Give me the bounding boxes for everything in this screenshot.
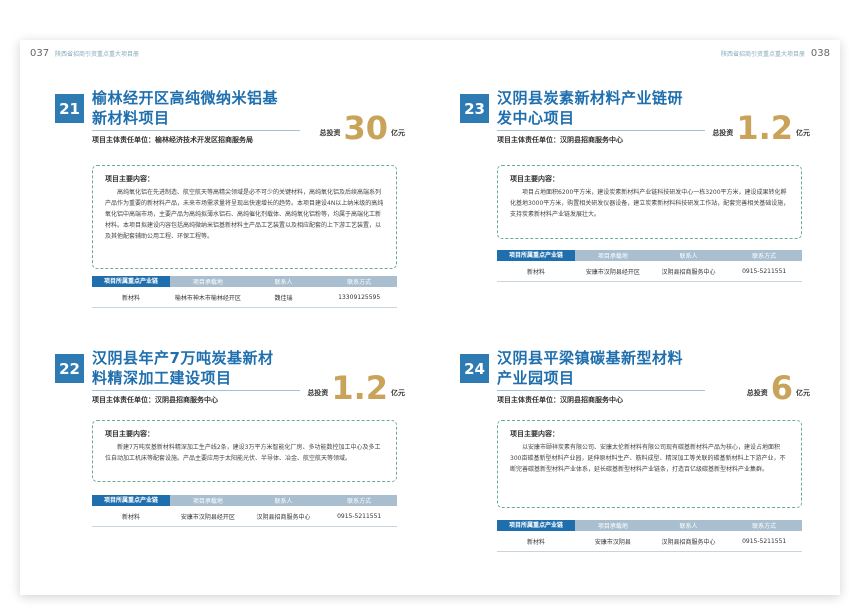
responsible-unit: 项目主体责任单位：榆林经济技术开发区招商服务局 xyxy=(92,136,253,144)
page-header-subtitle: 陕西省招商引资重点重大项目册 xyxy=(721,51,806,58)
content-title: 项目主要内容： xyxy=(105,175,154,183)
cell-phone: 0915-5211551 xyxy=(742,267,787,275)
col-site: 项目承载地 xyxy=(192,279,223,286)
invest-label: 总投资 xyxy=(746,389,768,397)
cell-chain: 新材料 xyxy=(121,513,140,521)
project-info-table: 项目所属重点产业链 项目承载地 联系人 联系方式 新材料 安康市汉阴县 汉阴县招… xyxy=(497,520,802,552)
title-divider xyxy=(497,390,705,391)
content-body: 新建7万吨炭基新材料精深加工生产线2条，建设3万平方米智能化厂房、多功能数控加工… xyxy=(105,444,381,462)
responsible-unit: 项目主体责任单位：汉阴县招商服务中心 xyxy=(92,396,218,404)
project-info-table: 项目所属重点产业链 项目承载地 联系人 联系方式 新材料 榆林市神木市榆林经开区… xyxy=(92,276,397,308)
cell-chain: 新材料 xyxy=(121,294,140,302)
table-header: 项目所属重点产业链 项目承载地 联系人 联系方式 xyxy=(497,520,802,531)
col-contact: 联系人 xyxy=(274,498,293,505)
col-phone: 联系方式 xyxy=(752,523,777,530)
content-box: 项目主要内容： 项目占地面积6200平方米，建设炭素新材料产业链科技研发中心一栋… xyxy=(497,165,802,239)
content-title: 项目主要内容： xyxy=(510,175,559,183)
project-number-badge: 24 xyxy=(460,354,489,383)
cell-phone: 0915-5211551 xyxy=(337,512,382,520)
table-header: 项目所属重点产业链 项目承载地 联系人 联系方式 xyxy=(92,276,397,287)
investment-total: 总投资 6 亿元 xyxy=(747,370,810,404)
cell-contact: 汉阴县招商服务中心 xyxy=(256,513,311,521)
col-phone: 联系方式 xyxy=(752,253,777,260)
col-chain: 项目所属重点产业链 xyxy=(92,495,170,506)
project-number-badge: 23 xyxy=(460,94,489,123)
content-body: 高纯氧化铝在先进制造、航空航天等高精尖领域是必不可少的关键材料，高纯氧化铝及后续… xyxy=(105,189,384,240)
content-box: 项目主要内容： 高纯氧化铝在先进制造、航空航天等高精尖领域是必不可少的关键材料，… xyxy=(92,165,397,269)
title-divider xyxy=(497,130,705,131)
invest-amount: 30 xyxy=(343,109,388,147)
col-chain: 项目所属重点产业链 xyxy=(497,250,575,261)
cell-chain: 新材料 xyxy=(526,538,545,546)
table-header: 项目所属重点产业链 项目承载地 联系人 联系方式 xyxy=(497,250,802,261)
col-phone: 联系方式 xyxy=(347,498,372,505)
content-body: 项目占地面积6200平方米，建设炭素新材料产业链科技研发中心一栋3200平方米，… xyxy=(510,189,790,218)
col-site: 项目承载地 xyxy=(192,498,223,505)
col-contact: 联系人 xyxy=(679,253,698,260)
invest-label: 总投资 xyxy=(712,129,734,137)
invest-unit: 亿元 xyxy=(391,129,405,137)
invest-label: 总投资 xyxy=(307,389,329,397)
col-site: 项目承载地 xyxy=(597,523,628,530)
invest-label: 总投资 xyxy=(319,129,341,137)
content-body: 以安康市颐祥炭素有限公司、安康太伦新材料有限公司现有碳基新材料产品为核心，建设占… xyxy=(510,444,786,473)
cell-site: 榆林市神木市榆林经开区 xyxy=(174,294,241,302)
table-row: 新材料 安康市汉阴县经开区 汉阴县招商服务中心 0915-5211551 xyxy=(92,506,397,527)
cell-contact: 魏佳瑞 xyxy=(274,294,293,302)
col-site: 项目承载地 xyxy=(597,253,628,260)
cell-contact: 汉阴县招商服务中心 xyxy=(661,538,716,546)
col-contact: 联系人 xyxy=(274,279,293,286)
table-row: 新材料 安康市汉阴县经开区 汉阴县招商服务中心 0915-5211551 xyxy=(497,261,802,282)
page-number: 037 xyxy=(30,48,50,59)
invest-unit: 亿元 xyxy=(391,389,405,397)
project-title: 汉阴县年产7万吨炭基新材料精深加工建设项目 xyxy=(92,349,274,387)
responsible-unit: 项目主体责任单位：汉阴县招商服务中心 xyxy=(497,136,623,144)
content-title: 项目主要内容： xyxy=(105,430,154,438)
invest-amount: 1.2 xyxy=(331,369,388,407)
investment-total: 总投资 1.2 亿元 xyxy=(712,110,810,144)
cell-site: 安康市汉阴县经开区 xyxy=(585,268,640,276)
invest-unit: 亿元 xyxy=(796,389,810,397)
content-box: 项目主要内容： 以安康市颐祥炭素有限公司、安康太伦新材料有限公司现有碳基新材料产… xyxy=(497,420,802,508)
project-number-badge: 21 xyxy=(55,94,84,123)
project-info-table: 项目所属重点产业链 项目承载地 联系人 联系方式 新材料 安康市汉阴县经开区 汉… xyxy=(497,250,802,282)
cell-contact: 汉阴县招商服务中心 xyxy=(661,268,716,276)
project-title: 汉阴县平梁镇碳基新型材料产业园项目 xyxy=(497,349,684,387)
investment-total: 总投资 30 亿元 xyxy=(319,110,405,144)
cell-chain: 新材料 xyxy=(526,268,545,276)
cell-site: 安康市汉阴县经开区 xyxy=(180,513,235,521)
project-title: 汉阴县炭素新材料产业链研发中心项目 xyxy=(497,89,684,127)
investment-total: 总投资 1.2 亿元 xyxy=(307,370,405,404)
cell-site: 安康市汉阴县 xyxy=(594,538,631,546)
page-header-subtitle: 陕西省招商引资重点重大项目册 xyxy=(54,51,139,58)
content-title: 项目主要内容： xyxy=(510,430,559,438)
project-number-badge: 22 xyxy=(55,354,84,383)
col-contact: 联系人 xyxy=(679,523,698,530)
table-header: 项目所属重点产业链 项目承载地 联系人 联系方式 xyxy=(92,495,397,506)
invest-unit: 亿元 xyxy=(796,129,810,137)
page-header-left: 037 陕西省招商引资重点重大项目册 xyxy=(30,48,139,59)
content-box: 项目主要内容： 新建7万吨炭基新材料精深加工生产线2条，建设3万平方米智能化厂房… xyxy=(92,420,397,482)
title-divider xyxy=(92,130,300,131)
project-title: 榆林经开区高纯微纳米铝基新材料项目 xyxy=(92,89,279,127)
col-phone: 联系方式 xyxy=(347,279,372,286)
page-number: 038 xyxy=(810,48,830,59)
invest-amount: 1.2 xyxy=(736,109,793,147)
table-row: 新材料 榆林市神木市榆林经开区 魏佳瑞 13309125595 xyxy=(92,287,397,308)
invest-amount: 6 xyxy=(770,369,793,407)
page-header-right: 陕西省招商引资重点重大项目册 038 xyxy=(721,48,830,59)
title-divider xyxy=(92,390,300,391)
col-chain: 项目所属重点产业链 xyxy=(92,276,170,287)
responsible-unit: 项目主体责任单位：汉阴县招商服务中心 xyxy=(497,396,623,404)
col-chain: 项目所属重点产业链 xyxy=(497,520,575,531)
project-info-table: 项目所属重点产业链 项目承载地 联系人 联系方式 新材料 安康市汉阴县经开区 汉… xyxy=(92,495,397,527)
table-row: 新材料 安康市汉阴县 汉阴县招商服务中心 0915-5211551 xyxy=(497,531,802,552)
cell-phone: 13309125595 xyxy=(338,293,381,301)
cell-phone: 0915-5211551 xyxy=(742,537,787,545)
